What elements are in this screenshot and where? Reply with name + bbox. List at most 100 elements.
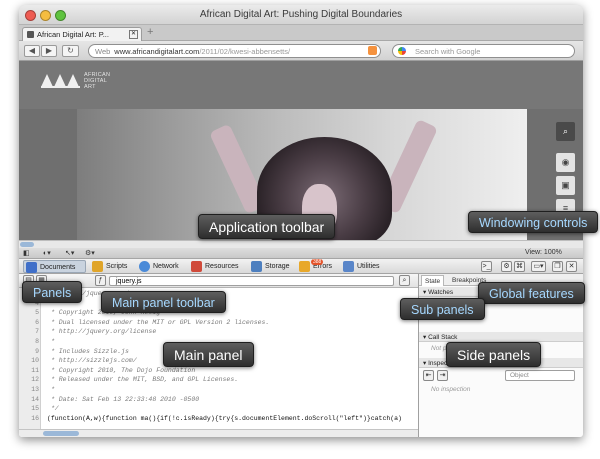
google-icon xyxy=(398,47,406,55)
code-line: */ xyxy=(47,405,59,413)
reload-button[interactable]: ↻ xyxy=(62,45,79,57)
tab-errors[interactable]: 388 Errors xyxy=(297,259,341,273)
line-number: 11 xyxy=(31,366,39,374)
scripts-icon xyxy=(92,261,103,272)
search-placeholder: Search with Google xyxy=(415,47,481,56)
tab-label: Resources xyxy=(205,263,239,270)
tab-label: Documents xyxy=(40,264,76,271)
search-icon[interactable]: ⌕ xyxy=(556,122,575,141)
tab-network[interactable]: Network xyxy=(137,260,187,273)
script-select[interactable]: jquery.js xyxy=(109,276,394,286)
code-line: * Released under the MIT, BSD, and GPL L… xyxy=(47,376,239,384)
code-line: * xyxy=(47,386,55,393)
callout-application-toolbar: Application toolbar xyxy=(198,214,336,239)
settings-gear-icon[interactable]: ⚙ xyxy=(501,261,512,272)
console-icon[interactable]: >_ xyxy=(481,261,492,272)
code-line: (function(A,w){function ma(){if(!c.isRea… xyxy=(47,414,402,422)
panel-tab-bar: Documents Scripts Network Resources Stor… xyxy=(19,259,583,274)
line-number: 12 xyxy=(31,376,39,384)
settings-icon[interactable]: ⚙▾ xyxy=(85,249,95,257)
search-field[interactable]: Search with Google xyxy=(392,44,575,58)
callout-side-panels: Side panels xyxy=(446,342,542,367)
new-tab-button[interactable]: + xyxy=(147,26,153,38)
line-number: 10 xyxy=(31,357,39,365)
tab-documents[interactable]: Documents xyxy=(23,260,86,273)
callout-global-features: Global features xyxy=(478,282,585,304)
tab-scripts[interactable]: Scripts xyxy=(90,260,135,273)
line-number: 13 xyxy=(31,386,39,393)
tab-state[interactable]: State xyxy=(421,275,445,286)
favicon-icon xyxy=(27,31,34,38)
url-prefix: Web xyxy=(95,47,111,56)
callout-main-panel: Main panel xyxy=(163,342,254,367)
line-number: 9 xyxy=(35,347,39,355)
close-tab-icon[interactable]: ✕ xyxy=(129,30,138,39)
inspect-prev-icon[interactable]: ⇤ xyxy=(423,370,434,381)
forward-button[interactable]: ▶ xyxy=(41,45,57,57)
callout-panels: Panels xyxy=(22,281,83,303)
site-logo-text: AFRICAN DIGITAL ART xyxy=(84,72,111,90)
navigation-bar: ◀ ▶ ↻ Web www.africandigitalart.com/2011/… xyxy=(19,41,583,61)
tab-label: Network xyxy=(153,263,179,270)
section-label: Watches xyxy=(428,289,454,296)
rss-icon[interactable] xyxy=(368,46,377,55)
share-icon[interactable]: ▣ xyxy=(556,176,575,195)
documents-icon xyxy=(26,262,37,273)
inspect-object-select[interactable]: Object xyxy=(505,370,575,381)
line-number: 5 xyxy=(35,309,39,317)
tab-storage[interactable]: Storage xyxy=(249,260,297,273)
step-icon[interactable]: ◐▾ xyxy=(43,249,51,257)
browser-tab[interactable]: African Digital Art: P... ✕ xyxy=(22,27,142,41)
format-icon[interactable]: ƒ xyxy=(95,275,106,286)
line-number: 14 xyxy=(31,395,39,403)
tab-label: African Digital Art: P... xyxy=(37,30,109,39)
dock-icon[interactable]: ◧ xyxy=(23,249,30,257)
tab-label: Scripts xyxy=(106,263,128,270)
code-line: * Copyright 2010, The Dojo Foundation xyxy=(47,366,196,374)
zoom-label[interactable]: View: 100% xyxy=(525,249,562,256)
storage-icon xyxy=(251,261,262,272)
tab-strip: African Digital Art: P... ✕ + xyxy=(19,25,583,41)
code-line: * Dual licensed under the MIT or GPL Ver… xyxy=(47,318,270,326)
errors-icon xyxy=(299,261,310,272)
address-bar[interactable]: Web www.africandigitalart.com/2011/02/kwe… xyxy=(88,44,381,58)
scrollbar-thumb[interactable] xyxy=(43,431,79,436)
shortcuts-icon[interactable]: ⌘ xyxy=(514,261,525,272)
back-button[interactable]: ◀ xyxy=(24,45,40,57)
close-devtools-icon[interactable]: ✕ xyxy=(566,261,577,272)
resources-icon xyxy=(191,261,202,272)
tab-label: Utilities xyxy=(357,263,380,270)
tab-label: Storage xyxy=(265,263,290,270)
section-label: Call Stack xyxy=(428,334,458,341)
code-horizontal-scrollbar[interactable] xyxy=(19,429,418,437)
inspect-next-icon[interactable]: ⇥ xyxy=(437,370,448,381)
utilities-icon xyxy=(343,261,354,272)
tab-utilities[interactable]: Utilities xyxy=(341,260,391,273)
window-title: African Digital Art: Pushing Digital Bou… xyxy=(199,9,403,20)
inspect-object-value: Object xyxy=(510,372,529,379)
tab-resources[interactable]: Resources xyxy=(189,260,249,273)
line-number: 6 xyxy=(35,318,39,326)
callout-sub-panels: Sub panels xyxy=(400,298,485,320)
inspection-status: No inspection xyxy=(431,386,471,393)
code-line: * http://jquery.org/license xyxy=(47,328,157,336)
rss-feed-icon[interactable]: ◉ xyxy=(556,153,575,172)
code-line: * Date: Sat Feb 13 22:33:48 2010 -0500 xyxy=(47,395,200,403)
url-host: www.africandigitalart.com xyxy=(114,47,200,56)
page-horizontal-scrollbar[interactable] xyxy=(19,240,583,248)
application-toolbar: ◧ ◐▾ ↖▾ ⚙▾ View: 100% xyxy=(19,248,583,259)
site-header: AFRICAN DIGITAL ART xyxy=(19,61,583,109)
search-code-icon[interactable]: ⌕ xyxy=(399,275,410,286)
error-count-badge: 388 xyxy=(311,259,324,265)
line-gutter: 345678910111213141516 xyxy=(19,288,41,429)
site-logo[interactable] xyxy=(41,72,81,88)
call-stack-section-header[interactable]: ▾ Call Stack xyxy=(419,332,583,342)
dock-mode-icon[interactable]: ▭▾ xyxy=(531,261,546,272)
script-select-value: jquery.js xyxy=(116,278,142,285)
inspect-icon[interactable]: ↖▾ xyxy=(65,249,74,257)
line-number: 16 xyxy=(31,414,39,422)
callout-main-panel-toolbar: Main panel toolbar xyxy=(101,291,226,313)
code-line: * http://sizzlejs.com/ xyxy=(47,357,137,365)
scrollbar-thumb[interactable] xyxy=(20,242,34,247)
detach-window-icon[interactable]: ❐ xyxy=(552,261,563,272)
